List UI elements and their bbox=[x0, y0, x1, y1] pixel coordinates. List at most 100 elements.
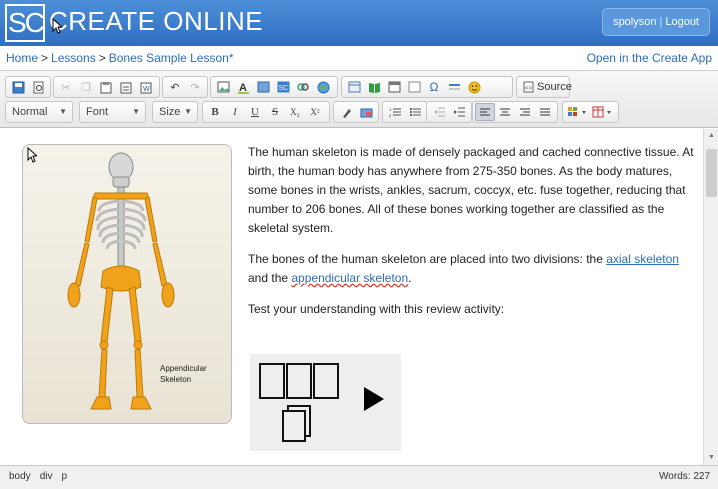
scroll-down-arrow-icon[interactable]: ▼ bbox=[704, 451, 718, 465]
omega-icon[interactable]: Ω bbox=[424, 78, 444, 96]
outdent-icon[interactable] bbox=[429, 103, 449, 121]
smiley-icon[interactable] bbox=[464, 78, 484, 96]
block-menu-icon[interactable] bbox=[565, 103, 591, 121]
breadcrumb-bar: Home > Lessons > Bones Sample Lesson* Open i… bbox=[0, 46, 718, 70]
frame-icon[interactable] bbox=[404, 78, 424, 96]
breadcrumb-lessons[interactable]: Lessons bbox=[51, 51, 96, 65]
align-right-icon[interactable] bbox=[515, 103, 535, 121]
paragraph-1[interactable]: The human skeleton is made of densely pa… bbox=[248, 143, 694, 238]
image-icon[interactable] bbox=[213, 78, 233, 96]
underline-button[interactable]: U bbox=[245, 103, 265, 121]
svg-text:SC: SC bbox=[278, 85, 288, 92]
review-activity-widget[interactable] bbox=[250, 354, 401, 451]
grid-icon[interactable] bbox=[384, 78, 404, 96]
align-center-icon[interactable] bbox=[495, 103, 515, 121]
align-left-icon[interactable] bbox=[475, 103, 495, 121]
book-icon[interactable] bbox=[364, 78, 384, 96]
history-group: ↶ ↷ bbox=[162, 76, 208, 98]
chevron-down-icon: ▼ bbox=[132, 107, 140, 116]
media-icon[interactable] bbox=[253, 78, 273, 96]
remove-format-icon[interactable] bbox=[336, 103, 356, 121]
user-menu: spolyson | Logout bbox=[602, 8, 710, 36]
editor-scrollbar[interactable]: ▲ ▼ bbox=[703, 129, 718, 465]
table-menu-icon[interactable] bbox=[591, 103, 617, 121]
preview-icon[interactable] bbox=[28, 78, 48, 96]
editor-content[interactable]: Appendicular Skeleton The human skeleton… bbox=[0, 129, 703, 465]
lesson-text[interactable]: The human skeleton is made of densely pa… bbox=[248, 143, 694, 331]
bold-button[interactable]: B bbox=[205, 103, 225, 121]
skeleton-image[interactable]: Appendicular Skeleton bbox=[22, 144, 232, 424]
paste-icon[interactable] bbox=[96, 78, 116, 96]
word-count: Words: 227 bbox=[659, 471, 710, 482]
paragraph-3[interactable]: Test your understanding with this review… bbox=[248, 300, 694, 319]
username-link[interactable]: spolyson bbox=[613, 16, 656, 28]
list-group: 12 bbox=[382, 101, 428, 123]
breadcrumb-separator: > bbox=[41, 51, 49, 65]
bulleted-list-icon[interactable] bbox=[405, 103, 425, 121]
indent-group bbox=[426, 101, 472, 123]
redo-icon[interactable]: ↷ bbox=[185, 78, 205, 96]
path-p[interactable]: p bbox=[61, 471, 67, 482]
text-color-icon[interactable]: A bbox=[233, 78, 253, 96]
numbered-list-icon[interactable]: 12 bbox=[385, 103, 405, 121]
scrollbar-thumb[interactable] bbox=[706, 149, 717, 197]
table-tools-group bbox=[562, 101, 619, 123]
align-justify-icon[interactable] bbox=[535, 103, 555, 121]
svg-text:<>: <> bbox=[525, 86, 533, 92]
sc-icon[interactable]: SC bbox=[273, 78, 293, 96]
indent-icon[interactable] bbox=[449, 103, 469, 121]
open-in-create-app-link[interactable]: Open in the Create App bbox=[587, 46, 712, 70]
separator-icon[interactable] bbox=[444, 78, 464, 96]
format-select-value: Normal bbox=[12, 106, 48, 118]
label-line-1: Appendicular bbox=[160, 364, 207, 373]
source-group: <> Source bbox=[516, 76, 572, 98]
sc-logo[interactable]: SC bbox=[5, 4, 45, 42]
chevron-down-icon: ▼ bbox=[59, 107, 67, 116]
status-bar: body div p Words: 227 bbox=[0, 465, 718, 489]
size-select[interactable]: Size ▼ bbox=[152, 101, 198, 123]
app-header: SC CREATE ONLINE spolyson | Logout bbox=[0, 0, 718, 46]
paste-word-icon[interactable]: W bbox=[136, 78, 156, 96]
size-select-value: Size bbox=[159, 106, 181, 118]
scroll-up-arrow-icon[interactable]: ▲ bbox=[704, 129, 718, 143]
link-icon[interactable] bbox=[293, 78, 313, 96]
element-path: body div p bbox=[9, 466, 76, 488]
italic-button[interactable]: I bbox=[225, 103, 245, 121]
align-group bbox=[472, 101, 558, 123]
paragraph-2[interactable]: The bones of the human skeleton are plac… bbox=[248, 250, 694, 288]
brand-title: CREATE ONLINE bbox=[49, 6, 264, 36]
axial-skeleton-link[interactable]: axial skeleton bbox=[606, 252, 679, 266]
subscript-button[interactable]: X₂ bbox=[285, 103, 305, 121]
breadcrumb-current: Bones Sample Lesson* bbox=[108, 51, 234, 65]
path-body[interactable]: body bbox=[9, 471, 31, 482]
strikethrough-button[interactable]: S bbox=[265, 103, 285, 121]
path-div[interactable]: div bbox=[40, 471, 53, 482]
cut-icon[interactable]: ✂ bbox=[56, 78, 76, 96]
undo-icon[interactable]: ↶ bbox=[165, 78, 185, 96]
logout-link[interactable]: Logout bbox=[665, 16, 699, 28]
object-group: Ω bbox=[341, 76, 513, 98]
breadcrumb-separator: > bbox=[98, 51, 106, 65]
paragraph-2-start: The bones of the human skeleton are plac… bbox=[248, 252, 607, 266]
copy-icon[interactable]: ❐ bbox=[76, 78, 96, 96]
editor-toolbar: ✂ ❐ W ↶ ↷ A SC Ω <> Source Normal ▼ Font… bbox=[0, 70, 718, 128]
edit-icon[interactable] bbox=[356, 103, 376, 121]
font-select[interactable]: Font ▼ bbox=[79, 101, 146, 123]
table-icon[interactable] bbox=[344, 78, 364, 96]
appendicular-skeleton-link[interactable]: appendicular skeleton bbox=[291, 271, 408, 285]
breadcrumb-home[interactable]: Home bbox=[6, 51, 38, 65]
chevron-down-icon: ▼ bbox=[184, 107, 192, 116]
source-label: Source bbox=[537, 81, 572, 93]
source-button[interactable]: <> Source bbox=[519, 81, 576, 93]
paste-text-icon[interactable] bbox=[116, 78, 136, 96]
source-icon: <> bbox=[523, 81, 534, 93]
document-group bbox=[5, 76, 51, 98]
font-select-value: Font bbox=[86, 106, 109, 118]
paragraph-2-mid: and the bbox=[248, 271, 292, 285]
save-icon[interactable] bbox=[8, 78, 28, 96]
web-icon[interactable] bbox=[313, 78, 333, 96]
play-icon bbox=[364, 387, 384, 411]
superscript-button[interactable]: X² bbox=[305, 103, 325, 121]
label-line-2: Skeleton bbox=[160, 375, 192, 384]
format-select[interactable]: Normal ▼ bbox=[5, 101, 73, 123]
